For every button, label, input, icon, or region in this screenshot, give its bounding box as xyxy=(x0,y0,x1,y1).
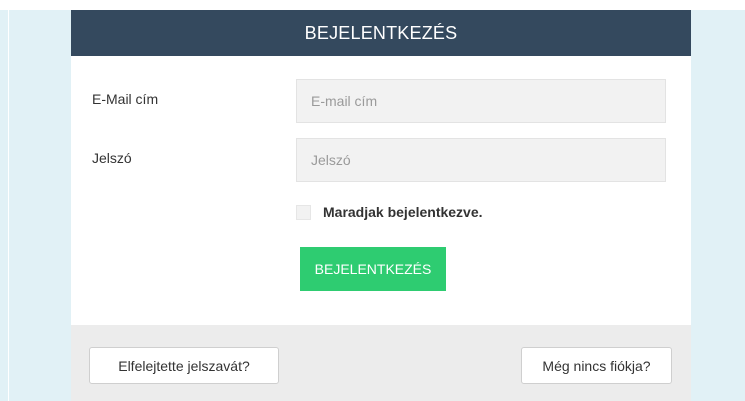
remember-me: Maradjak bejelentkezve. xyxy=(296,204,483,220)
top-strip xyxy=(0,0,745,10)
panel-footer: Elfelejtette jelszavát? Még nincs fiókja… xyxy=(71,325,691,401)
login-panel: BEJELENTKEZÉS E-Mail cím Jelszó Maradjak… xyxy=(71,10,691,401)
email-row: E-Mail cím xyxy=(71,79,691,123)
password-field[interactable] xyxy=(296,138,666,182)
email-label: E-Mail cím xyxy=(92,91,159,107)
login-button[interactable]: BEJELENTKEZÉS xyxy=(300,247,446,291)
page: BEJELENTKEZÉS E-Mail cím Jelszó Maradjak… xyxy=(0,0,745,401)
forgot-password-button[interactable]: Elfelejtette jelszavát? xyxy=(89,347,279,384)
email-field[interactable] xyxy=(296,79,666,123)
register-button[interactable]: Még nincs fiókja? xyxy=(521,347,672,384)
password-row: Jelszó xyxy=(71,138,691,182)
page-title: BEJELENTKEZÉS xyxy=(304,23,458,43)
panel-header: BEJELENTKEZÉS xyxy=(71,10,691,56)
left-border xyxy=(8,0,9,401)
password-label: Jelszó xyxy=(92,150,132,166)
remember-checkbox[interactable] xyxy=(296,204,311,220)
remember-label[interactable]: Maradjak bejelentkezve. xyxy=(323,204,483,220)
